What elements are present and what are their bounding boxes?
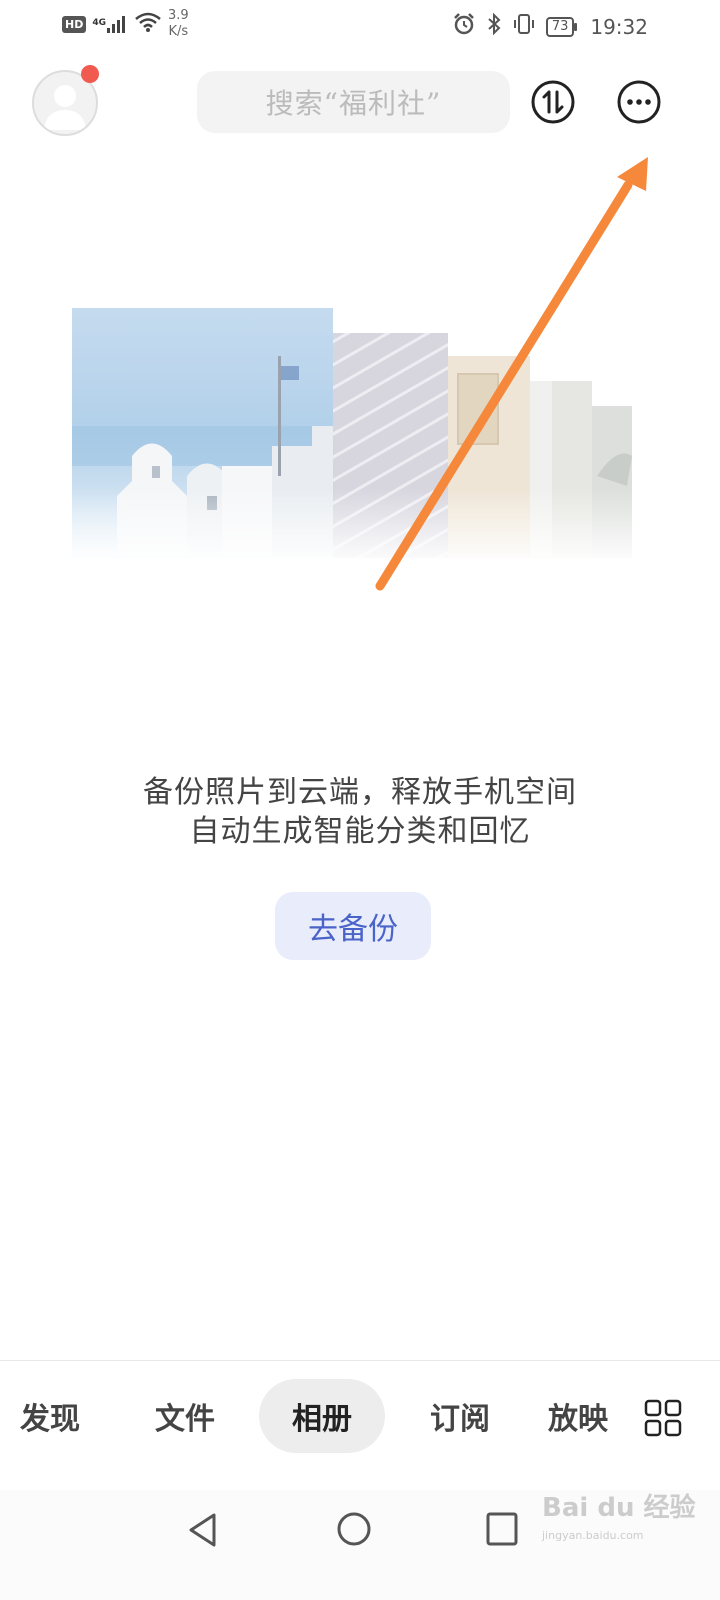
bottom-tab-bar: 发现 文件 相册 订阅 放映: [0, 1360, 720, 1471]
battery-indicator: 73: [545, 16, 577, 37]
watermark-url: jingyan.baidu.com: [542, 1529, 644, 1542]
grid-icon: [644, 1399, 682, 1437]
home-nav-icon[interactable]: [336, 1511, 372, 1547]
tab-screening[interactable]: 放映: [548, 1379, 628, 1453]
back-nav-icon[interactable]: [186, 1512, 220, 1548]
speed-value: 3.9: [168, 8, 189, 23]
grid-menu-button[interactable]: [644, 1399, 682, 1437]
tagline-line-2: 自动生成智能分类和回忆: [189, 814, 531, 849]
network-type: 4G: [92, 18, 106, 28]
more-icon: [617, 80, 661, 124]
recents-nav-icon[interactable]: [486, 1512, 518, 1546]
watermark-text: Bai du 经验: [542, 1493, 696, 1523]
tab-discover[interactable]: 发现: [0, 1379, 120, 1453]
search-bar[interactable]: 搜索“福利社”: [197, 71, 510, 133]
vibrate-icon: [512, 12, 536, 41]
status-left: HD 4G 3.9 K/s: [62, 8, 189, 40]
tab-subscribe[interactable]: 订阅: [410, 1379, 510, 1453]
status-right: 73 19:32: [452, 12, 648, 41]
tab-album[interactable]: 相册: [259, 1379, 385, 1453]
photo-collage-illustration: [72, 306, 632, 566]
transfer-icon: [531, 80, 575, 124]
tab-files[interactable]: 文件: [135, 1379, 235, 1453]
go-backup-button[interactable]: 去备份: [275, 892, 431, 960]
baidu-watermark: Bai du 经验 jingyan.baidu.com: [542, 1494, 696, 1550]
more-button[interactable]: [615, 78, 663, 126]
alarm-icon: [452, 12, 476, 41]
transfer-button[interactable]: [529, 78, 577, 126]
tagline-line-1: 备份照片到云端，释放手机空间: [143, 775, 577, 810]
hd-badge: HD: [62, 15, 87, 33]
signal-icon: 4G: [92, 14, 128, 34]
network-speed: 3.9 K/s: [168, 8, 189, 40]
speed-unit: K/s: [168, 24, 189, 39]
bluetooth-icon: [486, 12, 502, 41]
status-bar: HD 4G 3.9 K/s 73 19:32: [0, 0, 720, 50]
clock: 19:32: [590, 14, 648, 39]
search-placeholder: 搜索“福利社”: [265, 87, 442, 120]
notification-dot: [81, 65, 99, 83]
wifi-icon: [134, 11, 162, 37]
